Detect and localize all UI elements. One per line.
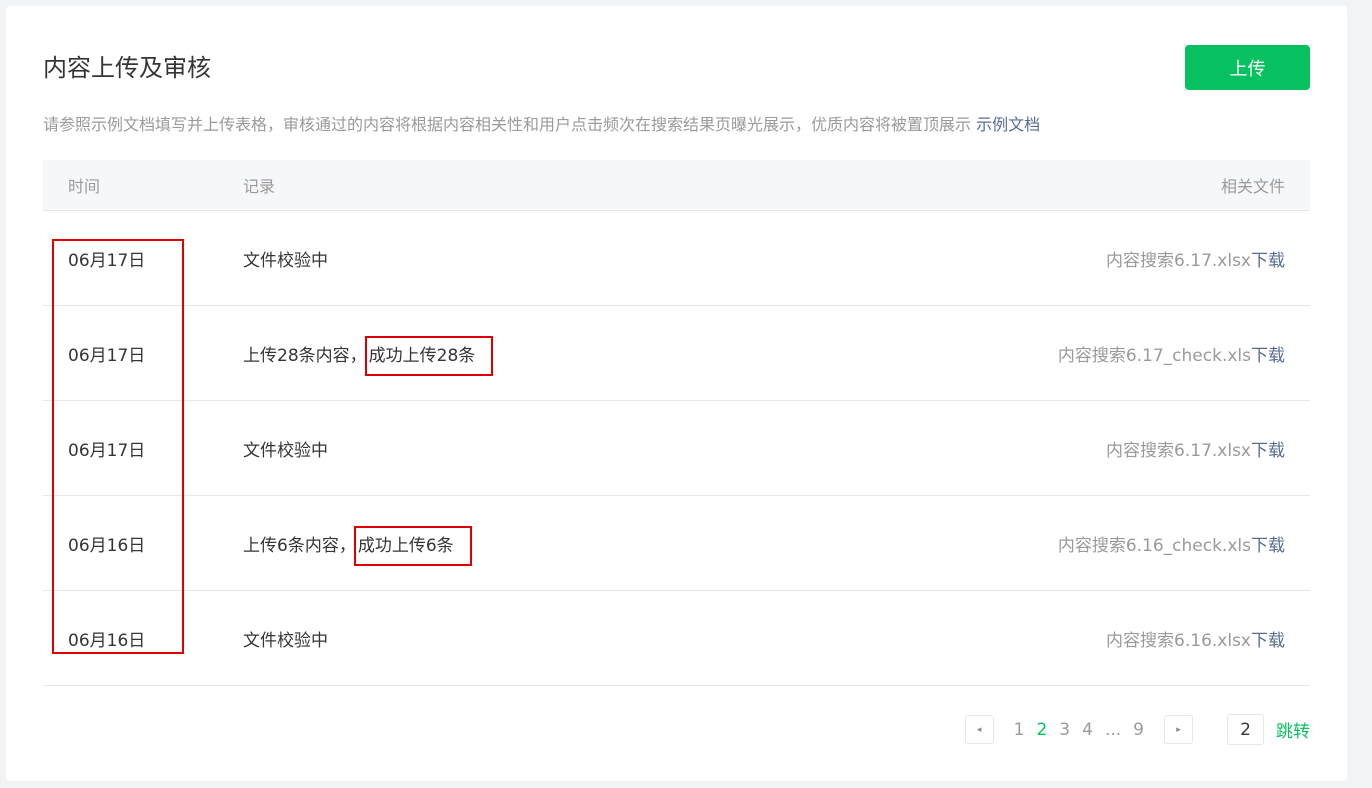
download-link[interactable]: 下载	[1251, 346, 1285, 366]
page-ellipsis: ...	[1104, 719, 1122, 740]
header-file: 相关文件	[1220, 177, 1285, 196]
page-description: 请参照示例文档填写并上传表格，审核通过的内容将根据内容相关性和用户点击频次在搜索…	[43, 111, 1040, 135]
table-row: 06月17日 上传28条内容， 成功上传28条 内容搜索6.17_check.xl…	[43, 306, 1310, 401]
table-row: 06月16日 文件校验中 内容搜索6.16.xlsx下载	[43, 591, 1310, 686]
row-file: 内容搜索6.17.xlsx下载	[850, 436, 1310, 461]
page-number[interactable]: 1	[1014, 720, 1025, 740]
record-text: 文件校验中	[243, 440, 328, 461]
record-highlight: 成功上传6条	[353, 525, 472, 566]
page-number[interactable]: 4	[1082, 720, 1093, 740]
table-row: 06月16日 上传6条内容， 成功上传6条 内容搜索6.16_check.xls下…	[43, 496, 1310, 591]
page-number[interactable]: 3	[1059, 720, 1070, 740]
header-time: 时间	[68, 177, 101, 196]
row-record: 文件校验中	[243, 626, 850, 651]
record-text: 文件校验中	[243, 630, 328, 651]
content-card: 内容上传及审核 上传 请参照示例文档填写并上传表格，审核通过的内容将根据内容相关…	[6, 6, 1347, 781]
caret-left-icon: ◂	[976, 724, 982, 735]
row-file: 内容搜索6.17_check.xls下载	[850, 341, 1310, 366]
row-file: 内容搜索6.16_check.xls下载	[850, 531, 1310, 556]
row-time: 06月17日	[68, 250, 146, 271]
table-row: 06月17日 文件校验中 内容搜索6.17.xlsx下载	[43, 211, 1310, 306]
download-link[interactable]: 下载	[1251, 631, 1285, 651]
record-highlight: 成功上传28条	[364, 335, 494, 376]
download-link[interactable]: 下载	[1251, 251, 1285, 271]
record-text: 上传28条内容，	[243, 345, 367, 366]
download-link[interactable]: 下载	[1251, 536, 1285, 556]
row-record: 上传6条内容， 成功上传6条	[243, 525, 850, 566]
table-header: 时间 记录 相关文件	[43, 160, 1310, 211]
row-file: 内容搜索6.16.xlsx下载	[850, 626, 1310, 651]
row-record: 文件校验中	[243, 246, 850, 271]
download-link[interactable]: 下载	[1251, 441, 1285, 461]
file-name: 内容搜索6.17.xlsx	[1106, 440, 1251, 461]
pagination: ◂ 1 2 3 4 ... 9 ▸ 跳转	[964, 714, 1310, 745]
upload-button[interactable]: 上传	[1185, 45, 1310, 90]
file-name: 内容搜索6.16_check.xls	[1057, 535, 1251, 556]
row-time: 06月16日	[68, 535, 146, 556]
file-name: 内容搜索6.16.xlsx	[1106, 630, 1251, 651]
prev-page-button[interactable]: ◂	[964, 715, 994, 744]
row-file: 内容搜索6.17.xlsx下载	[850, 246, 1310, 271]
example-doc-link[interactable]: 示例文档	[976, 115, 1040, 134]
description-text: 请参照示例文档填写并上传表格，审核通过的内容将根据内容相关性和用户点击频次在搜索…	[43, 115, 972, 134]
caret-right-icon: ▸	[1176, 724, 1181, 735]
page-number-current[interactable]: 2	[1036, 720, 1047, 740]
file-name: 内容搜索6.17.xlsx	[1106, 250, 1251, 271]
row-time: 06月17日	[68, 440, 146, 461]
row-record: 文件校验中	[243, 436, 850, 461]
page-number[interactable]: 9	[1133, 720, 1144, 740]
page-numbers: 1 2 3 4 ... 9	[1008, 720, 1150, 740]
row-time: 06月16日	[68, 630, 146, 651]
record-text: 文件校验中	[243, 250, 328, 271]
row-time: 06月17日	[68, 345, 146, 366]
jump-page-input[interactable]	[1227, 714, 1264, 745]
next-page-button[interactable]: ▸	[1164, 715, 1193, 744]
page-title: 内容上传及审核	[43, 54, 211, 82]
file-name: 内容搜索6.17_check.xls	[1057, 345, 1251, 366]
upload-records-table: 时间 记录 相关文件 06月17日 文件校验中 内容搜索6.17.xlsx下载 …	[43, 160, 1310, 686]
table-row: 06月17日 文件校验中 内容搜索6.17.xlsx下载	[43, 401, 1310, 496]
record-text: 上传6条内容，	[243, 535, 356, 556]
header-record: 记录	[243, 177, 276, 196]
row-record: 上传28条内容， 成功上传28条	[243, 335, 850, 376]
jump-button[interactable]: 跳转	[1276, 717, 1310, 742]
